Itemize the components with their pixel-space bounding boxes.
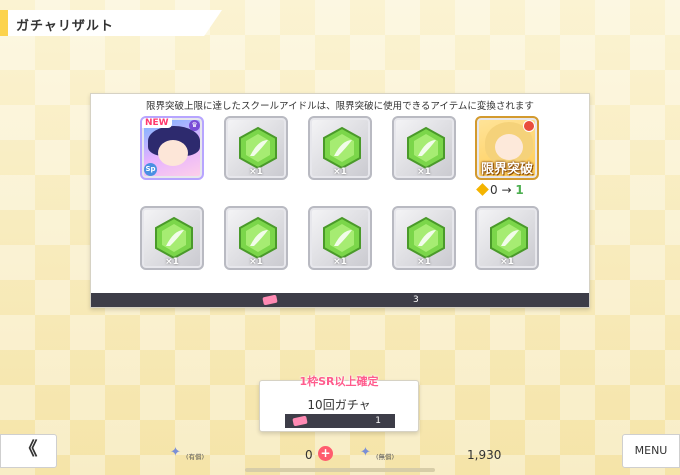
gacha-cost-bar: 1 <box>285 414 395 428</box>
idol-card[interactable]: NEW ♛ Sp <box>140 116 204 180</box>
free-label: (無償) <box>376 453 395 461</box>
item-quantity: ×1 <box>417 257 431 267</box>
arrow-icon: → <box>501 183 512 197</box>
gem-card[interactable]: ×1 <box>140 206 204 270</box>
paid-label: (有償) <box>186 453 205 461</box>
add-gems-button[interactable]: + <box>318 446 333 461</box>
green-gem-icon <box>155 216 193 260</box>
ticket-icon <box>292 415 308 427</box>
item-quantity: ×1 <box>333 257 347 267</box>
gem-card[interactable]: ×1 <box>392 116 456 180</box>
idol-face <box>495 134 523 160</box>
idol-face <box>158 140 188 166</box>
results-panel: 限界突破上限に達したスクールアイドルは、限界突破に使用できるアイテムに変換されま… <box>90 93 590 308</box>
limit-break-progress: 0 → 1 <box>476 183 548 197</box>
free-gem-count: 1,930 <box>467 448 502 462</box>
green-gem-icon <box>490 216 528 260</box>
menu-button[interactable]: MENU <box>622 434 680 468</box>
conversion-notice: 限界突破上限に達したスクールアイドルは、限界突破に使用できるアイテムに変換されま… <box>146 101 534 112</box>
home-indicator <box>245 468 435 472</box>
item-quantity: ×1 <box>165 257 179 267</box>
star-gem-icon: ✦ <box>360 445 371 460</box>
diamond-icon <box>476 183 489 196</box>
limit-break-icon <box>523 120 535 132</box>
gem-card[interactable]: ×1 <box>475 206 539 270</box>
item-quantity: ×1 <box>500 257 514 267</box>
gacha-cost: 1 <box>375 416 381 426</box>
ticket-count: 3 <box>413 295 419 305</box>
green-gem-icon <box>323 126 361 170</box>
gacha-button[interactable]: 1枠SR以上確定 10回ガチャ 1 <box>259 375 419 432</box>
gem-card[interactable]: ×1 <box>224 116 288 180</box>
back-button[interactable]: 《 <box>0 434 57 468</box>
new-badge: NEW <box>142 118 172 128</box>
sr-guarantee-label: 1枠SR以上確定 <box>299 375 379 388</box>
gem-card[interactable]: ×1 <box>308 116 372 180</box>
ticket-footer: 3 <box>91 293 589 307</box>
item-quantity: ×1 <box>249 257 263 267</box>
limit-break-to: 1 <box>515 183 524 197</box>
green-gem-icon <box>407 216 445 260</box>
green-gem-icon <box>239 126 277 170</box>
ticket-icon <box>262 294 278 306</box>
limit-break-label: 限界突破 <box>480 162 533 177</box>
paid-gem-count: 0 <box>305 448 313 462</box>
title-accent <box>0 10 8 36</box>
limit-break-from: 0 <box>490 183 498 197</box>
gem-card[interactable]: ×1 <box>308 206 372 270</box>
gem-card[interactable]: ×1 <box>392 206 456 270</box>
crown-icon: ♛ <box>189 120 200 131</box>
green-gem-icon <box>323 216 361 260</box>
item-quantity: ×1 <box>417 167 431 177</box>
limit-break-card[interactable]: 限界突破 <box>475 116 539 180</box>
gem-card[interactable]: ×1 <box>224 206 288 270</box>
title-bar: ガチャリザルト <box>0 10 222 36</box>
green-gem-icon <box>407 126 445 170</box>
item-quantity: ×1 <box>333 167 347 177</box>
sp-badge: Sp <box>144 163 157 176</box>
green-gem-icon <box>239 216 277 260</box>
page-title: ガチャリザルト <box>16 19 114 34</box>
item-quantity: ×1 <box>249 167 263 177</box>
star-gem-icon: ✦ <box>170 445 181 460</box>
gacha-title: 10回ガチャ <box>307 398 371 412</box>
